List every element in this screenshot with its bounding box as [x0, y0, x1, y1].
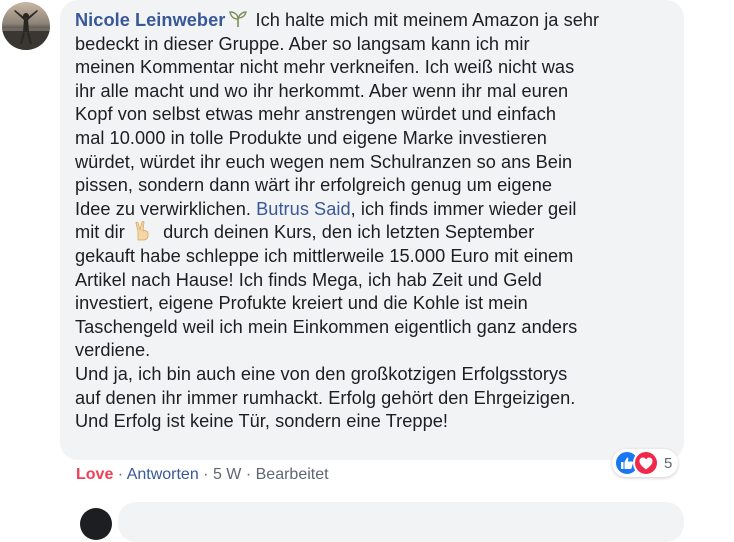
next-comment-bubble: [118, 502, 684, 542]
comment-line: Und ja, ich bin auch eine von den großko…: [75, 363, 568, 384]
comment-line: bedeckt in dieser Gruppe. Aber so langsa…: [75, 33, 530, 54]
comment-line: Nicole Leinweber Ich halte mich mit mein…: [75, 9, 670, 33]
separator: ·: [241, 466, 256, 483]
comment-line: meinen Kommentar nicht mehr verkneifen. …: [75, 57, 575, 78]
comment-text-segment: , ich finds immer wieder geil: [350, 198, 577, 219]
victory-hand-icon: [132, 221, 154, 241]
commenter-avatar[interactable]: [2, 2, 50, 50]
comment-line: Artikel nach Hause! Ich finds Mega, ich …: [75, 269, 542, 290]
comment-actions: Love · Antworten · 5 W · Bearbeitet: [76, 466, 329, 484]
comment-bubble: Nicole Leinweber Ich halte mich mit mein…: [60, 0, 684, 460]
mention-link[interactable]: Butrus Said: [256, 199, 351, 219]
reply-button[interactable]: Antworten: [127, 466, 199, 483]
sprout-icon: [228, 10, 248, 28]
comment-text-segment: Ich halte mich mit meinem Amazon ja sehr: [250, 10, 600, 30]
comment-line: mal 10.000 in tolle Produkte und eigene …: [75, 127, 547, 148]
separator: ·: [113, 466, 127, 483]
reaction-count: 5: [664, 454, 673, 472]
comment-text-segment: Idee zu verwirklichen.: [75, 198, 257, 219]
comment-line: mit dir durch deinen Kurs, den ich letzt…: [75, 221, 670, 245]
love-icon: [633, 450, 659, 476]
comment-line: Taschengeld weil ich mein Einkommen eige…: [75, 316, 578, 337]
comment-text-segment: mit dir: [75, 222, 130, 243]
comment-line: Kopf von selbst etwas mehr anstrengen wü…: [75, 104, 557, 125]
comment-line: investiert, eigene Profukte kreiert und …: [75, 293, 528, 314]
reaction-summary[interactable]: 5: [612, 449, 679, 477]
comment-line: verdiene.: [75, 340, 151, 361]
comment-line: auf denen ihr immer rumhackt. Erfolg geh…: [75, 387, 576, 408]
love-reaction-button[interactable]: Love: [76, 466, 113, 483]
comment-line: Idee zu verwirklichen. Butrus Said, ich …: [75, 198, 670, 222]
comment-line: Und Erfolg ist keine Tür, sondern eine T…: [75, 411, 449, 432]
next-comment-avatar[interactable]: [80, 508, 112, 540]
comment-line: pissen, sondern dann wärt ihr erfolgreic…: [75, 175, 553, 196]
edited-label[interactable]: Bearbeitet: [256, 466, 329, 483]
comment-line: würdet, würdet ihr euch wegen nem Schulr…: [75, 151, 573, 172]
timestamp[interactable]: 5 W: [213, 466, 241, 483]
comment-line: gekauft habe schleppe ich mittlerweile 1…: [75, 245, 574, 266]
author-name[interactable]: Nicole Leinweber: [75, 10, 225, 30]
separator: ·: [198, 466, 213, 483]
comment-line: ihr alle macht und wo ihr herkommt. Aber…: [75, 80, 569, 101]
comment-text-segment: durch deinen Kurs, den ich letzten Septe…: [157, 222, 535, 243]
comment-text: Nicole Leinweber Ich halte mich mit mein…: [75, 9, 670, 434]
